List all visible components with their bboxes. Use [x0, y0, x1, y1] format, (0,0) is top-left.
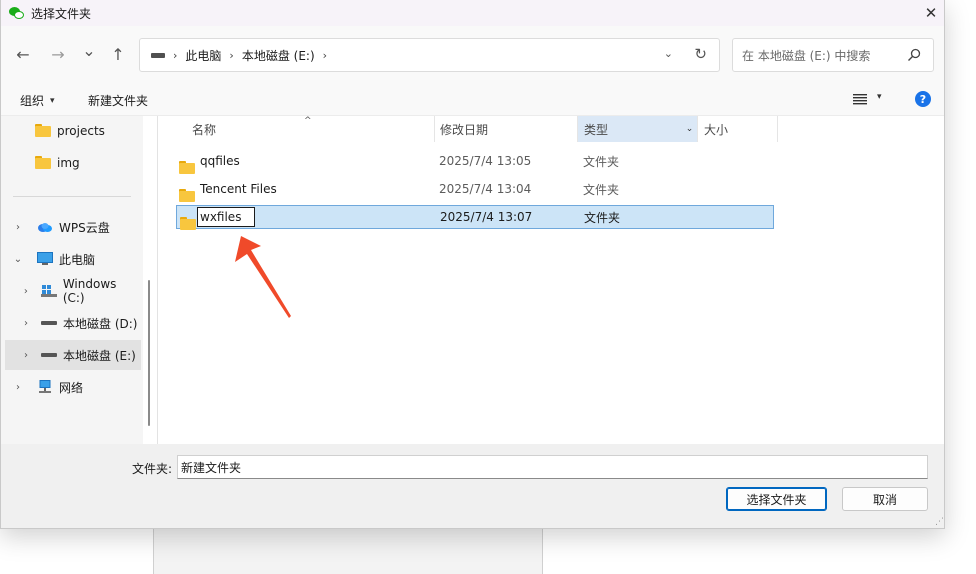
- sidebar-item-label: WPS云盘: [59, 220, 110, 235]
- windows-drive-icon: [40, 284, 57, 298]
- sidebar-item-img[interactable]: img: [5, 148, 141, 178]
- forward-arrow-icon[interactable]: →: [46, 42, 70, 66]
- chevron-right-icon[interactable]: ›: [19, 350, 33, 361]
- help-icon[interactable]: ?: [915, 91, 931, 107]
- drive-icon: [151, 52, 165, 58]
- column-header-size[interactable]: 大小: [704, 116, 728, 142]
- breadcrumb-separator[interactable]: ›: [323, 49, 327, 62]
- column-header-type[interactable]: 类型: [584, 116, 608, 142]
- file-date: 2025/7/4 13:05: [439, 154, 532, 168]
- search-box[interactable]: 在 本地磁盘 (E:) 中搜索: [732, 38, 934, 72]
- folder-name-input[interactable]: 新建文件夹: [177, 455, 928, 479]
- sidebar-item-label: img: [57, 156, 80, 170]
- file-type: 文件夹: [583, 182, 620, 197]
- caret-down-icon[interactable]: ▾: [877, 92, 882, 102]
- file-row-qqfiles[interactable]: qqfiles 2025/7/4 13:05 文件夹: [176, 149, 774, 174]
- file-name: Tencent Files: [200, 182, 277, 196]
- column-separator[interactable]: [577, 116, 578, 142]
- navigation-pane: projects img › WPS云盘 ⌄ 此电脑 › Windows (C:…: [1, 116, 143, 444]
- column-header-name[interactable]: 名称: [192, 116, 216, 142]
- new-folder-button[interactable]: 新建文件夹: [88, 92, 148, 109]
- sidebar-item-drive-e[interactable]: › 本地磁盘 (E:): [5, 340, 141, 370]
- column-separator[interactable]: [434, 116, 435, 142]
- rename-input[interactable]: wxfiles: [197, 207, 255, 227]
- address-bar[interactable]: › 此电脑 › 本地磁盘 (E:) › ⌄ ↻: [139, 38, 720, 72]
- column-separator[interactable]: [777, 116, 778, 142]
- folder-field-label: 文件夹:: [132, 462, 173, 476]
- search-icon[interactable]: [907, 48, 921, 62]
- organize-menu-button[interactable]: 组织 ▾: [20, 92, 55, 109]
- sidebar-item-projects[interactable]: projects: [5, 116, 141, 146]
- wechat-app-icon: [9, 5, 25, 21]
- up-arrow-icon[interactable]: ↑: [106, 42, 130, 66]
- computer-icon: [37, 252, 53, 266]
- file-row-wxfiles[interactable]: wxfiles 2025/7/4 13:07 文件夹: [176, 205, 774, 230]
- back-arrow-icon[interactable]: ←: [11, 42, 35, 66]
- file-date: 2025/7/4 13:04: [439, 182, 532, 196]
- sidebar-item-this-pc[interactable]: ⌄ 此电脑: [5, 244, 141, 274]
- resize-grip-icon[interactable]: ⋰: [935, 517, 944, 527]
- sidebar-item-label: projects: [57, 124, 105, 138]
- folder-icon: [35, 156, 51, 170]
- refresh-icon[interactable]: ↻: [694, 45, 707, 63]
- breadcrumb-separator[interactable]: ›: [229, 49, 233, 62]
- command-bar: 组织 ▾ 新建文件夹 ▾ ?: [1, 84, 944, 116]
- drive-icon: [41, 316, 57, 330]
- sidebar-item-label: Windows (C:): [62, 277, 117, 305]
- file-name: qqfiles: [200, 154, 240, 168]
- sidebar-item-drive-c[interactable]: › Windows (C:): [5, 276, 141, 306]
- search-input[interactable]: 在 本地磁盘 (E:) 中搜索: [742, 47, 870, 64]
- close-icon[interactable]: ✕: [916, 0, 944, 26]
- sidebar-item-network[interactable]: › 网络: [5, 372, 141, 402]
- sort-ascending-icon: ^: [304, 116, 312, 126]
- chevron-right-icon[interactable]: ›: [11, 382, 25, 393]
- file-type: 文件夹: [583, 154, 620, 169]
- file-type: 文件夹: [584, 210, 621, 225]
- select-folder-button[interactable]: 选择文件夹: [726, 487, 827, 511]
- sidebar-item-label: 此电脑: [59, 252, 96, 267]
- organize-label: 组织: [20, 94, 45, 108]
- chevron-right-icon[interactable]: ›: [19, 286, 33, 297]
- breadcrumb-drive-e[interactable]: 本地磁盘 (E:): [242, 47, 315, 64]
- window-title: 选择文件夹: [31, 6, 92, 21]
- chevron-down-icon[interactable]: ⌄: [11, 254, 25, 265]
- drive-icon: [41, 348, 57, 362]
- column-header-date[interactable]: 修改日期: [440, 116, 488, 142]
- sidebar-item-label: 本地磁盘 (E:): [63, 348, 136, 363]
- network-icon: [37, 380, 53, 394]
- file-row-tencent-files[interactable]: Tencent Files 2025/7/4 13:04 文件夹: [176, 177, 774, 202]
- address-history-chevron-icon[interactable]: ⌄: [664, 47, 673, 60]
- breadcrumb-this-pc[interactable]: 此电脑: [185, 47, 221, 64]
- file-date: 2025/7/4 13:07: [440, 210, 533, 224]
- folder-picker-dialog: 选择文件夹 ✕ ← → ⌄ ↑ › 此电脑 › 本地磁盘 (E:) › ⌄ ↻ …: [0, 0, 945, 529]
- navigation-bar: ← → ⌄ ↑ › 此电脑 › 本地磁盘 (E:) › ⌄ ↻ 在 本地磁盘 (…: [1, 26, 944, 84]
- folder-icon: [35, 124, 51, 138]
- dialog-footer: 文件夹: 新建文件夹 选择文件夹 取消 ⋰: [1, 444, 944, 528]
- view-options-icon[interactable]: [853, 93, 867, 105]
- annotation-arrow: [235, 236, 291, 318]
- recent-locations-chevron-icon[interactable]: ⌄: [77, 38, 101, 62]
- sidebar-item-drive-d[interactable]: › 本地磁盘 (D:): [5, 308, 141, 338]
- sidebar-scrollbar[interactable]: [148, 280, 150, 426]
- cancel-button[interactable]: 取消: [842, 487, 928, 511]
- chevron-right-icon[interactable]: ›: [19, 318, 33, 329]
- chevron-right-icon[interactable]: ›: [11, 222, 25, 233]
- sidebar-divider: [13, 196, 131, 197]
- breadcrumb-separator: ›: [173, 48, 178, 62]
- sidebar-item-label: 本地磁盘 (D:): [63, 316, 138, 331]
- column-filter-chevron-icon[interactable]: ⌄: [682, 116, 697, 142]
- sidebar-item-wps-cloud[interactable]: › WPS云盘: [5, 212, 141, 242]
- cloud-icon: [37, 220, 53, 234]
- sidebar-item-label: 网络: [59, 380, 84, 395]
- caret-down-icon: ▾: [50, 95, 55, 106]
- title-bar: 选择文件夹 ✕: [1, 0, 944, 26]
- column-separator[interactable]: [697, 116, 698, 142]
